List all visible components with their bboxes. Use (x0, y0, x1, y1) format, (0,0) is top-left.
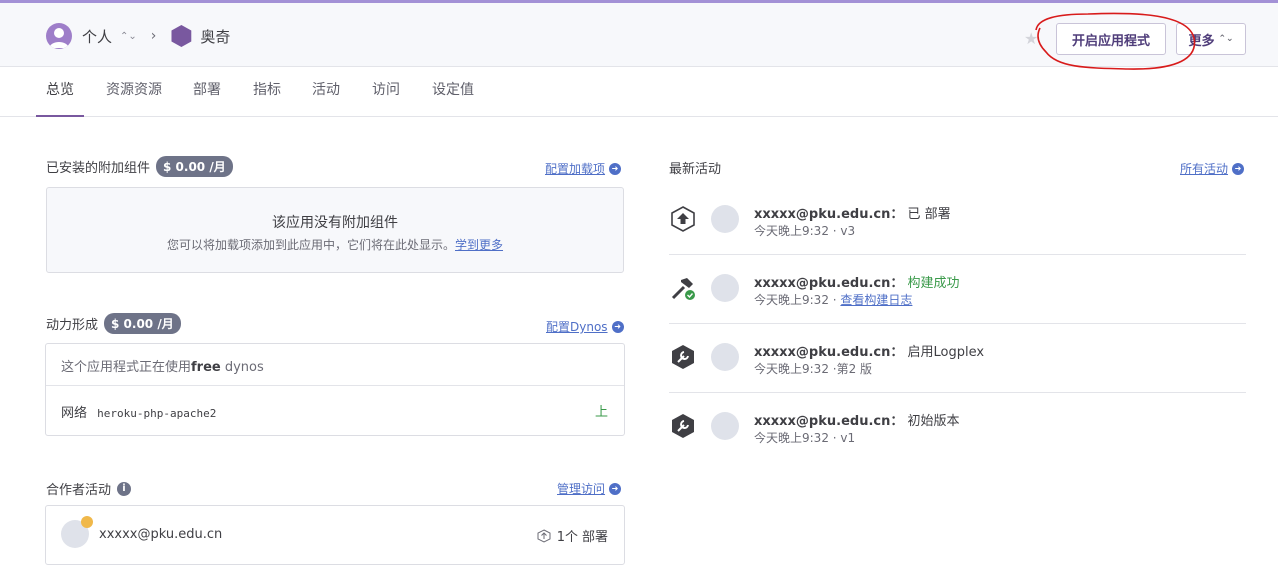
view-build-log-link[interactable]: 查看构建日志 (840, 293, 912, 307)
chevron-right-icon: › (150, 28, 157, 44)
chevron-updown-icon: ⌃⌄ (1218, 34, 1234, 44)
hand-drawn-circle-annotation (1035, 12, 1196, 70)
activity-meta: 今天晚上9:32 · 查看构建日志 (754, 291, 912, 308)
addons-empty-panel: 该应用没有附加组件 您可以将加载项添加到此应用中，它们将在此处显示。学到更多 (46, 187, 624, 273)
activity-detail: ·第2 版 (832, 362, 873, 376)
activity-meta: 今天晚上9:32 ·第2 版 (754, 360, 872, 377)
activity-line: xxxxx@pku.edu.cn： 构建成功 (754, 272, 960, 291)
account-avatar[interactable] (46, 23, 72, 49)
tab-deploy[interactable]: 部署 (193, 67, 221, 117)
dynos-usage-tier: free (191, 360, 221, 375)
collaborators-heading: 合作者活动 i (46, 479, 132, 498)
activity-line: xxxxx@pku.edu.cn： 启用Logplex (754, 341, 984, 360)
dynos-usage-prefix: 这个应用程式正在使用 (61, 360, 192, 375)
collaborators-panel: xxxxx@pku.edu.cn 1个 部署 (45, 505, 625, 565)
deploy-icon (671, 206, 695, 232)
addons-empty-desc: 您可以将加载项添加到此应用中，它们将在此处显示。学到更多 (47, 236, 623, 253)
dyno-type: 网络 (61, 406, 88, 421)
app-hexagon-icon (171, 25, 192, 47)
breadcrumb: 个人 ⌃⌄ › 奥奇 (46, 22, 230, 50)
dynos-title: 动力形成 (46, 318, 99, 333)
configure-addons-link[interactable]: 配置加载项 ➜ (545, 160, 622, 177)
deploy-count-label: 部署 (581, 530, 608, 545)
configure-addons-label: 配置加载项 (545, 162, 606, 176)
activity-item: xxxxx@pku.edu.cn： 构建成功 今天晚上9:32 · 查看构建日志 (669, 255, 1246, 324)
account-label[interactable]: 个人 (82, 26, 112, 47)
dyno-command: heroku-php-apache2 (97, 407, 217, 420)
activity-action: 构建成功 (907, 276, 960, 291)
dynos-usage-row: 这个应用程式正在使用free dynos (46, 344, 624, 386)
activity-meta: 今天晚上9:32 · v1 (754, 429, 855, 446)
activity-detail: · v1 (832, 431, 856, 445)
arrow-right-circle-icon: ➜ (609, 482, 622, 495)
user-avatar (711, 412, 739, 440)
account-switch-icon[interactable]: ⌃⌄ (120, 31, 137, 42)
activity-action: 初始版本 (907, 414, 960, 429)
collaborators-title: 合作者活动 (46, 483, 112, 498)
activity-action: 已 部署 (907, 207, 951, 222)
dynos-price-badge: $ 0.00 /月 (104, 313, 181, 334)
collaborator-email: xxxxx@pku.edu.cn (99, 527, 223, 542)
deploy-count: 1个 (556, 530, 578, 545)
activity-action: 启用Logplex (907, 345, 985, 360)
activity-line: xxxxx@pku.edu.cn： 初始版本 (754, 410, 960, 429)
dynos-usage-suffix: dynos (220, 360, 264, 375)
activity-user: xxxxx@pku.edu.cn： (754, 207, 904, 222)
tab-overview[interactable]: 总览 (36, 67, 84, 117)
deploy-icon (537, 528, 551, 543)
addons-empty-desc-text: 您可以将加载项添加到此应用中，它们将在此处显示。 (166, 238, 455, 252)
all-activity-label: 所有活动 (1180, 162, 1229, 176)
info-icon[interactable]: i (117, 481, 132, 496)
addons-heading: 已安装的附加组件 $ 0.00 /月 (46, 156, 233, 177)
owner-crown-icon (81, 516, 93, 528)
activity-time: 今天晚上9:32 (754, 362, 829, 376)
activity-item: xxxxx@pku.edu.cn： 已 部署 今天晚上9:32 · v3 (669, 186, 1246, 255)
manage-access-label: 管理访问 (557, 482, 606, 496)
tab-settings[interactable]: 设定值 (432, 67, 474, 117)
activity-item: xxxxx@pku.edu.cn： 初始版本 今天晚上9:32 · v1 (669, 393, 1246, 462)
build-icon (671, 278, 695, 300)
app-name: 奥奇 (200, 27, 231, 46)
learn-more-link[interactable]: 学到更多 (455, 238, 503, 252)
activity-meta: 今天晚上9:32 · v3 (754, 222, 855, 239)
activity-line: xxxxx@pku.edu.cn： 已 部署 (754, 203, 951, 222)
activity-title: 最新活动 (669, 162, 722, 177)
addons-empty-title: 该应用没有附加组件 (272, 215, 398, 231)
activity-time: 今天晚上9:32 · (754, 293, 837, 307)
dyno-row: 网络 heroku-php-apache2 (61, 402, 216, 421)
all-activity-link[interactable]: 所有活动 ➜ (1180, 160, 1245, 177)
tab-metrics[interactable]: 指标 (253, 67, 281, 117)
collaborator-deploy-count: 1个 部署 (537, 526, 608, 545)
activity-time: 今天晚上9:32 (754, 431, 829, 445)
user-avatar (711, 274, 739, 302)
configure-dynos-label: 配置Dynos (546, 320, 608, 334)
user-avatar (711, 343, 739, 371)
dyno-state: 上 (594, 405, 608, 420)
dynos-heading: 动力形成 $ 0.00 /月 (46, 313, 181, 334)
activity-time: 今天晚上9:32 (754, 224, 829, 238)
addons-title: 已安装的附加组件 (46, 161, 151, 176)
tab-bar: 总览 资源资源 部署 指标 活动 访问 设定值 (0, 67, 1278, 117)
user-avatar (711, 205, 739, 233)
tab-access[interactable]: 访问 (372, 67, 400, 117)
configure-dynos-link[interactable]: 配置Dynos ➜ (546, 318, 624, 335)
tab-activity[interactable]: 活动 (312, 67, 340, 117)
arrow-right-circle-icon: ➜ (609, 162, 622, 175)
activity-user: xxxxx@pku.edu.cn： (754, 345, 904, 360)
activity-user: xxxxx@pku.edu.cn： (754, 414, 904, 429)
activity-item: xxxxx@pku.edu.cn： 启用Logplex 今天晚上9:32 ·第2… (669, 324, 1246, 393)
wrench-icon (672, 345, 694, 369)
wrench-icon (672, 414, 694, 438)
activity-detail: · v3 (832, 224, 856, 238)
manage-access-link[interactable]: 管理访问 ➜ (557, 480, 622, 497)
dynos-panel: 这个应用程式正在使用free dynos 网络 heroku-php-apach… (45, 343, 625, 436)
arrow-right-circle-icon: ➜ (611, 320, 624, 333)
addons-price-badge: $ 0.00 /月 (156, 156, 233, 177)
activity-user: xxxxx@pku.edu.cn： (754, 276, 904, 291)
tab-resources[interactable]: 资源资源 (106, 67, 162, 117)
arrow-right-circle-icon: ➜ (1232, 162, 1245, 175)
